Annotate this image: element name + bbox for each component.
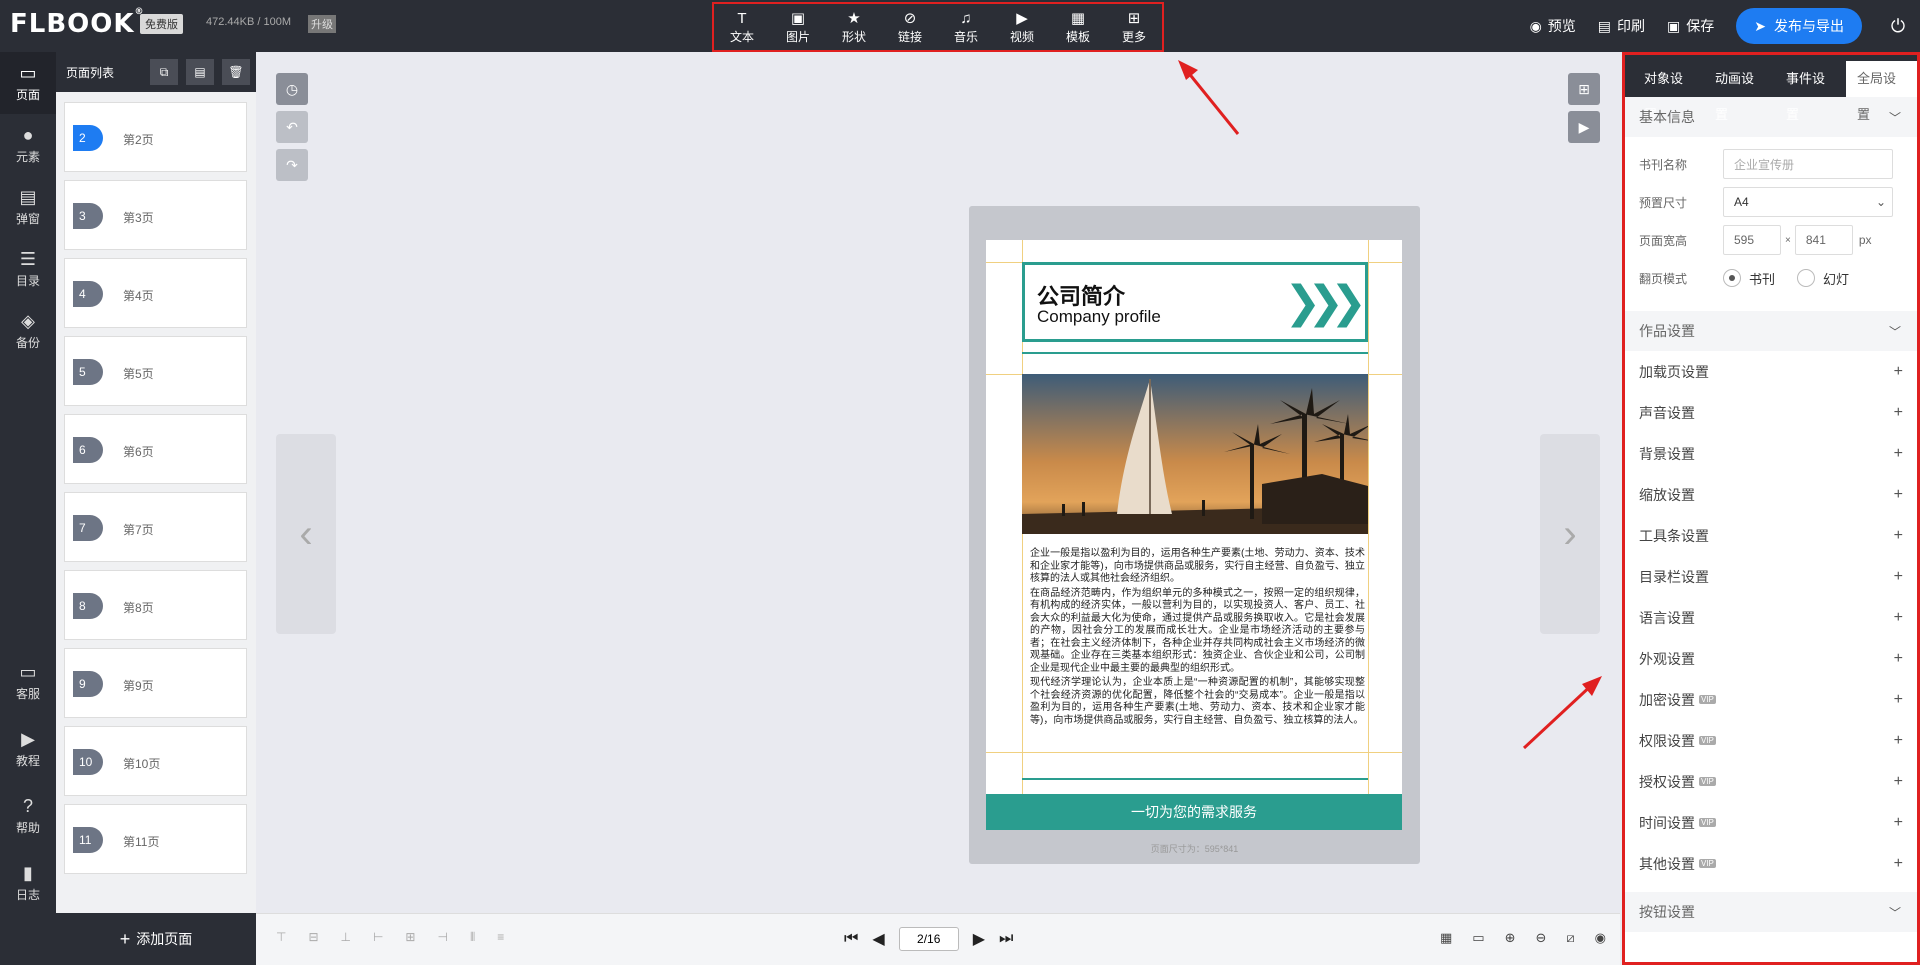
annotation-arrows (1178, 60, 1602, 750)
